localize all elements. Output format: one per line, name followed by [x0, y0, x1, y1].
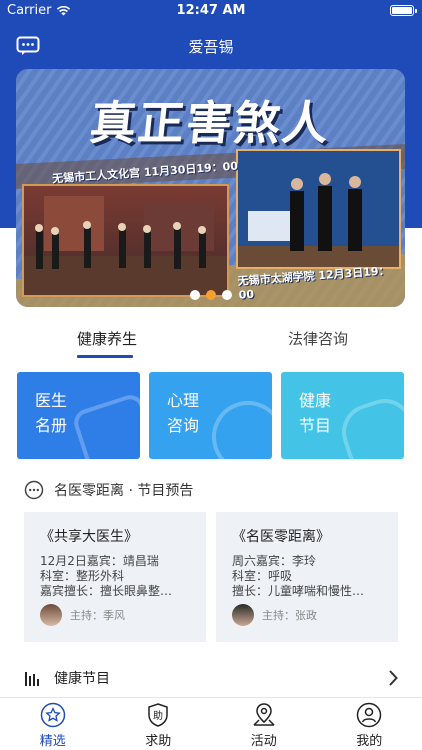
program-specialty: 嘉宾擅长：擅长眼鼻整… — [40, 584, 173, 598]
section-header: 名医零距离 · 节目预告 — [24, 480, 193, 500]
program-preview-list: 《共享大医生》 12月2日嘉宾：靖昌瑞 科室：整形外科 嘉宾擅长：擅长眼鼻整… … — [24, 512, 399, 642]
program-title: 《共享大医生》 — [40, 529, 138, 545]
bottom-tab-bar: 精选 助 求助 活动 我的 — [0, 697, 422, 750]
banner-headline: 真正害煞人 — [87, 96, 334, 150]
tab-help[interactable]: 助 求助 — [106, 698, 212, 750]
feature-cards: 医生 名册 心理 咨询 健康 节目 — [17, 372, 405, 460]
status-time: 12:47 AM — [176, 3, 246, 18]
card-doctor-roster[interactable]: 医生 名册 — [17, 372, 140, 459]
tab-mine[interactable]: 我的 — [317, 698, 422, 750]
promo-banner[interactable]: 真正害煞人 无锡市工人文化宫 11月30日19：00 无锡市太湖学院 12月3日… — [16, 69, 405, 307]
banner-pagination — [16, 290, 405, 300]
nav-bar: 爱吾锡 — [0, 24, 422, 68]
program-specialty: 擅长：儿童哮喘和慢性… — [232, 584, 365, 598]
active-tab-indicator — [77, 355, 133, 358]
program-card[interactable]: 《名医零距离》 周六嘉宾：李玲 科室：呼吸 擅长：儿童哮喘和慢性… 主持：张政 — [216, 512, 398, 642]
profile-icon — [357, 702, 382, 728]
battery-icon — [390, 5, 417, 16]
map-pin-icon — [253, 703, 275, 726]
section-title: 名医零距离 · 节目预告 — [54, 483, 194, 499]
stage-photo-2 — [236, 149, 401, 269]
row-label: 健康节目 — [54, 671, 110, 687]
program-host: 主持：张政 — [232, 604, 317, 626]
pagination-dot[interactable] — [221, 290, 232, 300]
help-shield-icon: 助 — [148, 703, 168, 727]
tab-health[interactable]: 健康养生 — [77, 328, 137, 349]
avatar — [232, 604, 254, 626]
tab-activity[interactable]: 活动 — [211, 698, 317, 750]
svg-text:助: 助 — [153, 709, 163, 722]
card-counseling[interactable]: 心理 咨询 — [149, 372, 272, 459]
star-icon — [40, 702, 65, 728]
app-title: 爱吾锡 — [188, 38, 234, 56]
program-card[interactable]: 《共享大医生》 12月2日嘉宾：靖昌瑞 科室：整形外科 嘉宾擅长：擅长眼鼻整… … — [24, 512, 206, 642]
card-health-program[interactable]: 健康 节目 — [281, 372, 404, 459]
tab-label: 求助 — [145, 734, 172, 749]
health-program-row[interactable]: 健康节目 — [24, 666, 398, 690]
program-host: 主持：季风 — [40, 604, 125, 626]
pagination-dot[interactable] — [189, 290, 200, 300]
category-tabs: 健康养生 法律咨询 — [0, 320, 422, 360]
tab-featured[interactable]: 精选 — [0, 698, 106, 750]
host-name: 主持：季风 — [70, 609, 125, 622]
host-name: 主持：张政 — [262, 609, 317, 622]
program-department: 科室：呼吸 — [232, 569, 293, 583]
program-guest: 周六嘉宾：李玲 — [232, 554, 317, 568]
tab-label: 活动 — [250, 734, 277, 749]
status-bar: Carrier 12:47 AM — [0, 0, 422, 22]
tab-label: 精选 — [39, 734, 66, 749]
avatar — [40, 604, 62, 626]
tab-label: 我的 — [356, 734, 383, 749]
program-title: 《名医零距离》 — [232, 529, 330, 545]
program-guest: 12月2日嘉宾：靖昌瑞 — [40, 554, 159, 568]
chevron-right-icon — [389, 670, 398, 686]
bar-chart-icon — [25, 672, 39, 686]
program-department: 科室：整形外科 — [40, 569, 125, 583]
tab-legal[interactable]: 法律咨询 — [288, 328, 348, 349]
chat-dots-icon — [24, 480, 44, 500]
pagination-dot-active[interactable] — [205, 290, 216, 300]
stage-photo-1 — [22, 184, 229, 297]
